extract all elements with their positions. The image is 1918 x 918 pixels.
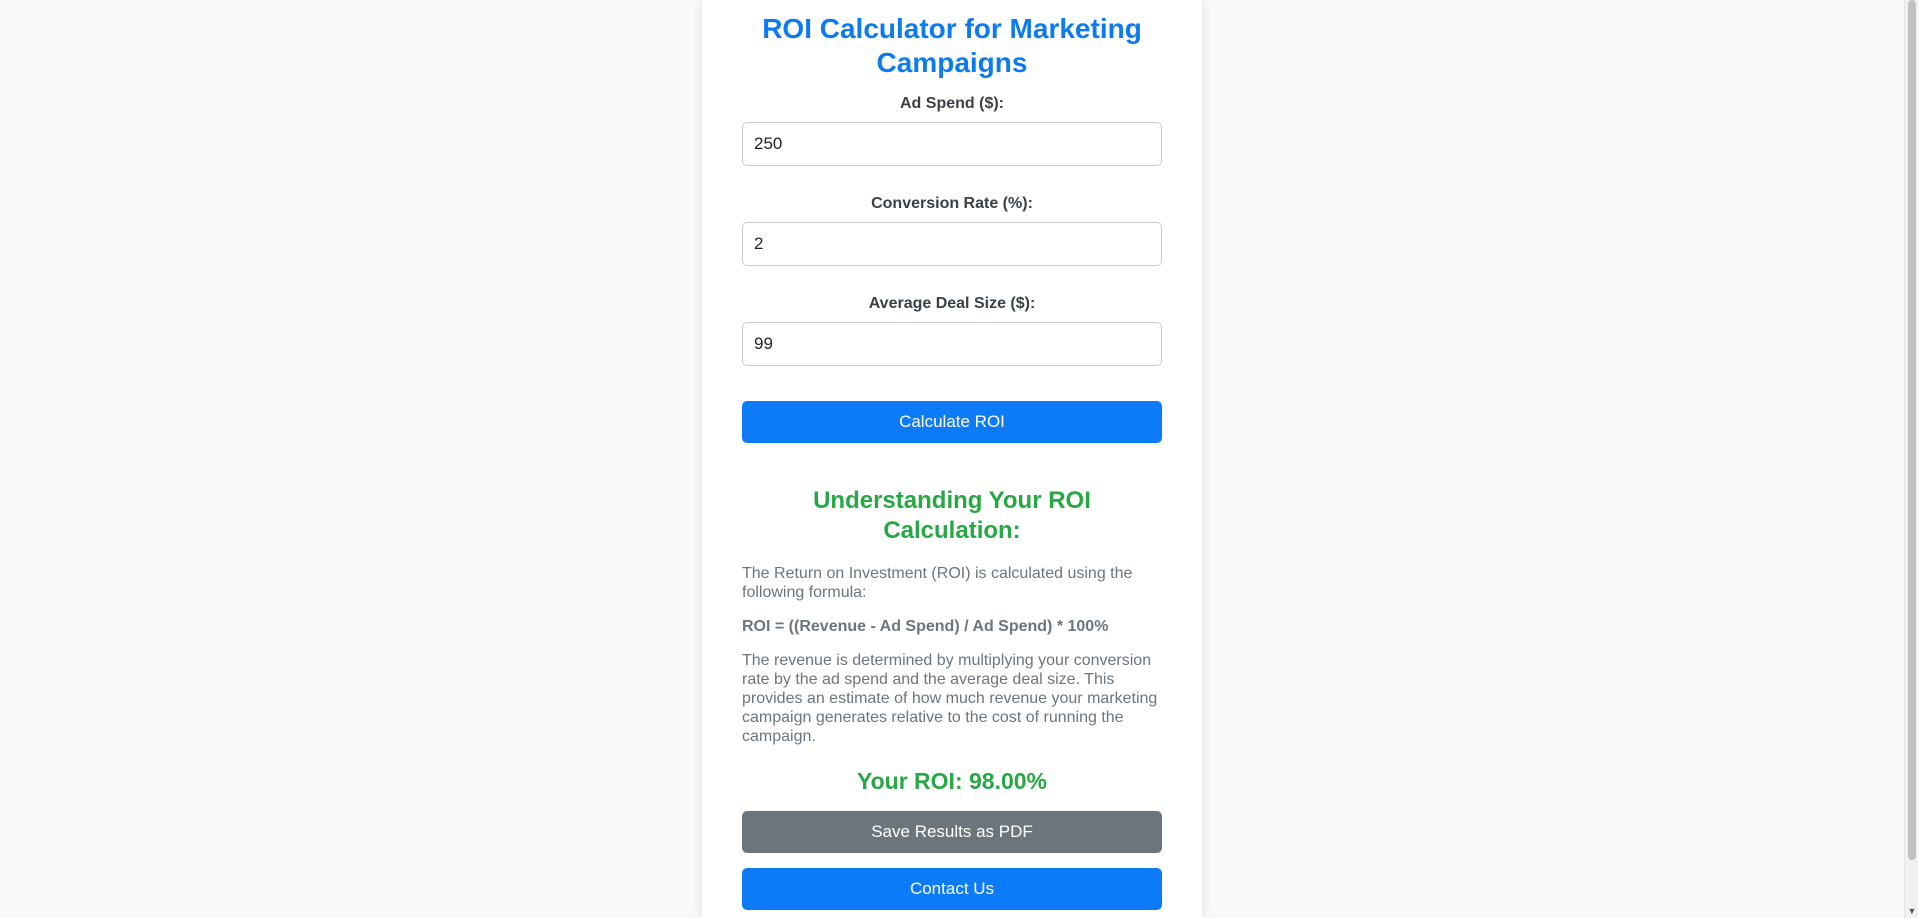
explanation-intro: The Return on Investment (ROI) is calcul… bbox=[742, 565, 1133, 601]
scroll-down-arrow-icon[interactable]: ▼ bbox=[1907, 906, 1917, 916]
conversion-rate-label: Conversion Rate (%): bbox=[871, 195, 1033, 212]
conversion-rate-field: Conversion Rate (%): bbox=[742, 194, 1162, 266]
ad-spend-input[interactable] bbox=[742, 122, 1162, 166]
calculator-card: ROI Calculator for Marketing Campaigns A… bbox=[702, 0, 1202, 918]
ad-spend-field: Ad Spend ($): bbox=[742, 94, 1162, 166]
page: ROI Calculator for Marketing Campaigns A… bbox=[0, 0, 1918, 918]
roi-result: Your ROI: 98.00% bbox=[856, 768, 1048, 794]
deal-size-field: Average Deal Size ($): bbox=[742, 294, 1162, 366]
vertical-scrollbar[interactable]: ▼ bbox=[1904, 0, 1918, 918]
conversion-rate-input[interactable] bbox=[742, 222, 1162, 266]
roi-formula: ROI = ((Revenue - Ad Spend) / Ad Spend) … bbox=[742, 618, 1109, 635]
explanation-heading: Understanding Your ROI Calculation: bbox=[813, 487, 1091, 544]
ad-spend-label: Ad Spend ($): bbox=[900, 95, 1004, 112]
deal-size-label: Average Deal Size ($): bbox=[868, 295, 1036, 312]
deal-size-input[interactable] bbox=[742, 322, 1162, 366]
contact-us-button[interactable]: Contact Us bbox=[742, 868, 1162, 910]
page-title: ROI Calculator for Marketing Campaigns bbox=[762, 13, 1142, 78]
calculate-roi-button[interactable]: Calculate ROI bbox=[742, 401, 1162, 443]
explanation-details: The revenue is determined by multiplying… bbox=[742, 652, 1158, 745]
save-pdf-button[interactable]: Save Results as PDF bbox=[742, 811, 1162, 853]
scrollbar-thumb[interactable] bbox=[1908, 0, 1916, 860]
